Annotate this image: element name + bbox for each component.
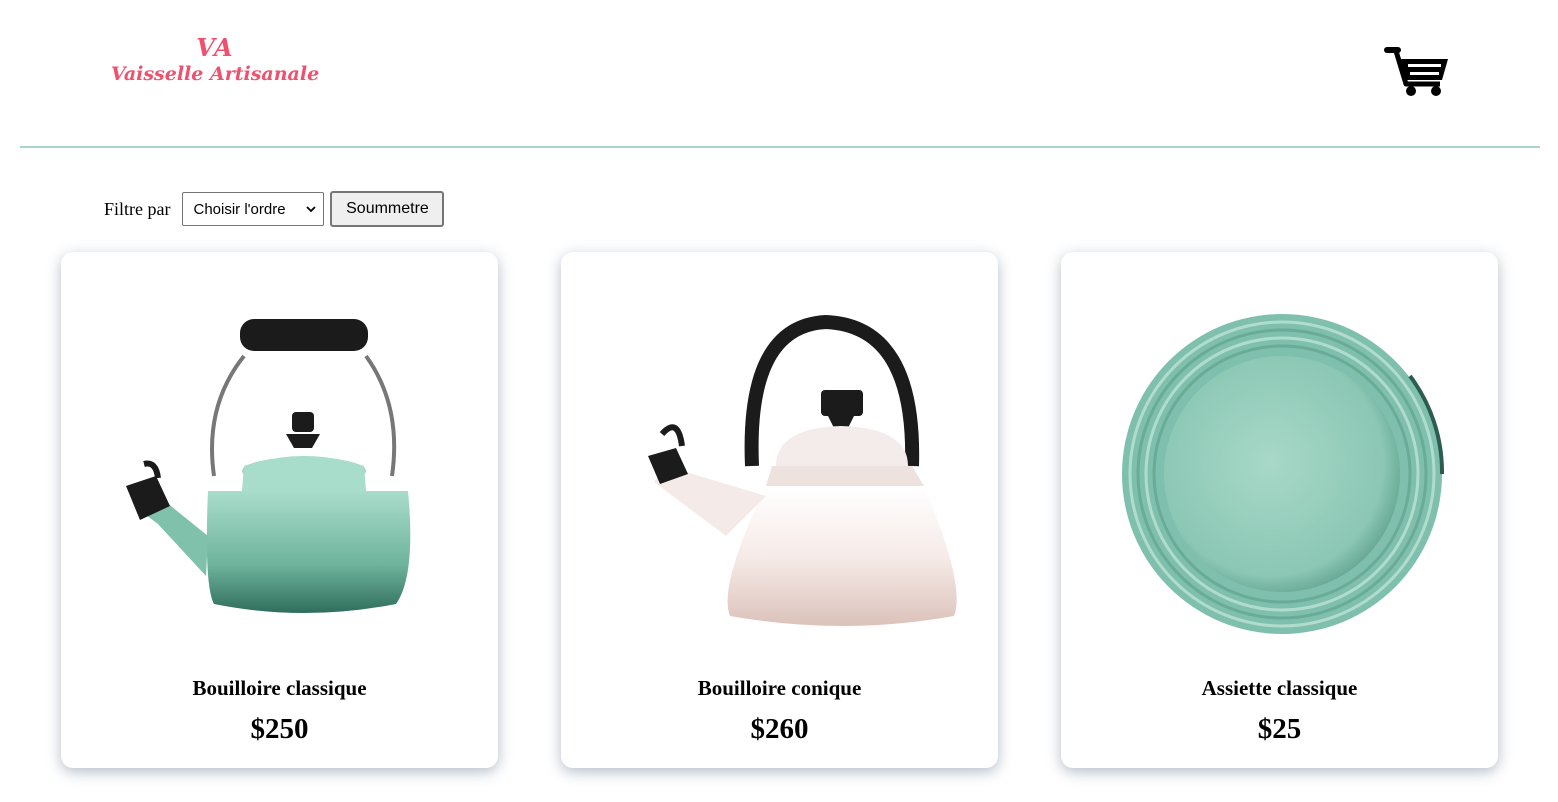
filter-label: Filtre par	[104, 198, 171, 219]
product-card[interactable]: Assiette classique $25	[1061, 252, 1498, 768]
logo-monogram: VA	[196, 33, 234, 62]
product-image-mint-plate[interactable]	[1096, 286, 1478, 668]
product-price: $250	[250, 713, 309, 745]
chevron-down-icon	[306, 206, 317, 213]
product-card[interactable]: Bouilloire conique $260	[561, 252, 998, 768]
site-logo[interactable]: VA Vaisselle Artisanale	[105, 34, 325, 104]
product-card[interactable]: Bouilloire classique $250	[61, 252, 498, 768]
site-header: VA Vaisselle Artisanale	[0, 0, 1558, 148]
product-title[interactable]: Bouilloire conique	[561, 676, 998, 701]
product-price: $25	[1257, 713, 1302, 745]
product-title[interactable]: Assiette classique	[1061, 676, 1498, 701]
logo-name: Vaisselle Artisanale	[110, 63, 320, 85]
filter-bar: Filtre par Choisir l'ordre Soummetre	[104, 190, 445, 228]
submit-button[interactable]: Soummetre	[330, 191, 445, 227]
sort-order-selected-value: Choisir l'ordre	[193, 200, 286, 218]
shopping-cart-icon[interactable]	[1384, 44, 1452, 98]
header-divider	[20, 146, 1540, 148]
product-image-pink-conical-kettle[interactable]	[596, 286, 978, 668]
product-image-mint-classic-kettle[interactable]	[96, 286, 478, 668]
sort-order-select[interactable]: Choisir l'ordre	[182, 192, 325, 226]
product-price: $260	[750, 713, 809, 745]
product-title[interactable]: Bouilloire classique	[61, 676, 498, 701]
